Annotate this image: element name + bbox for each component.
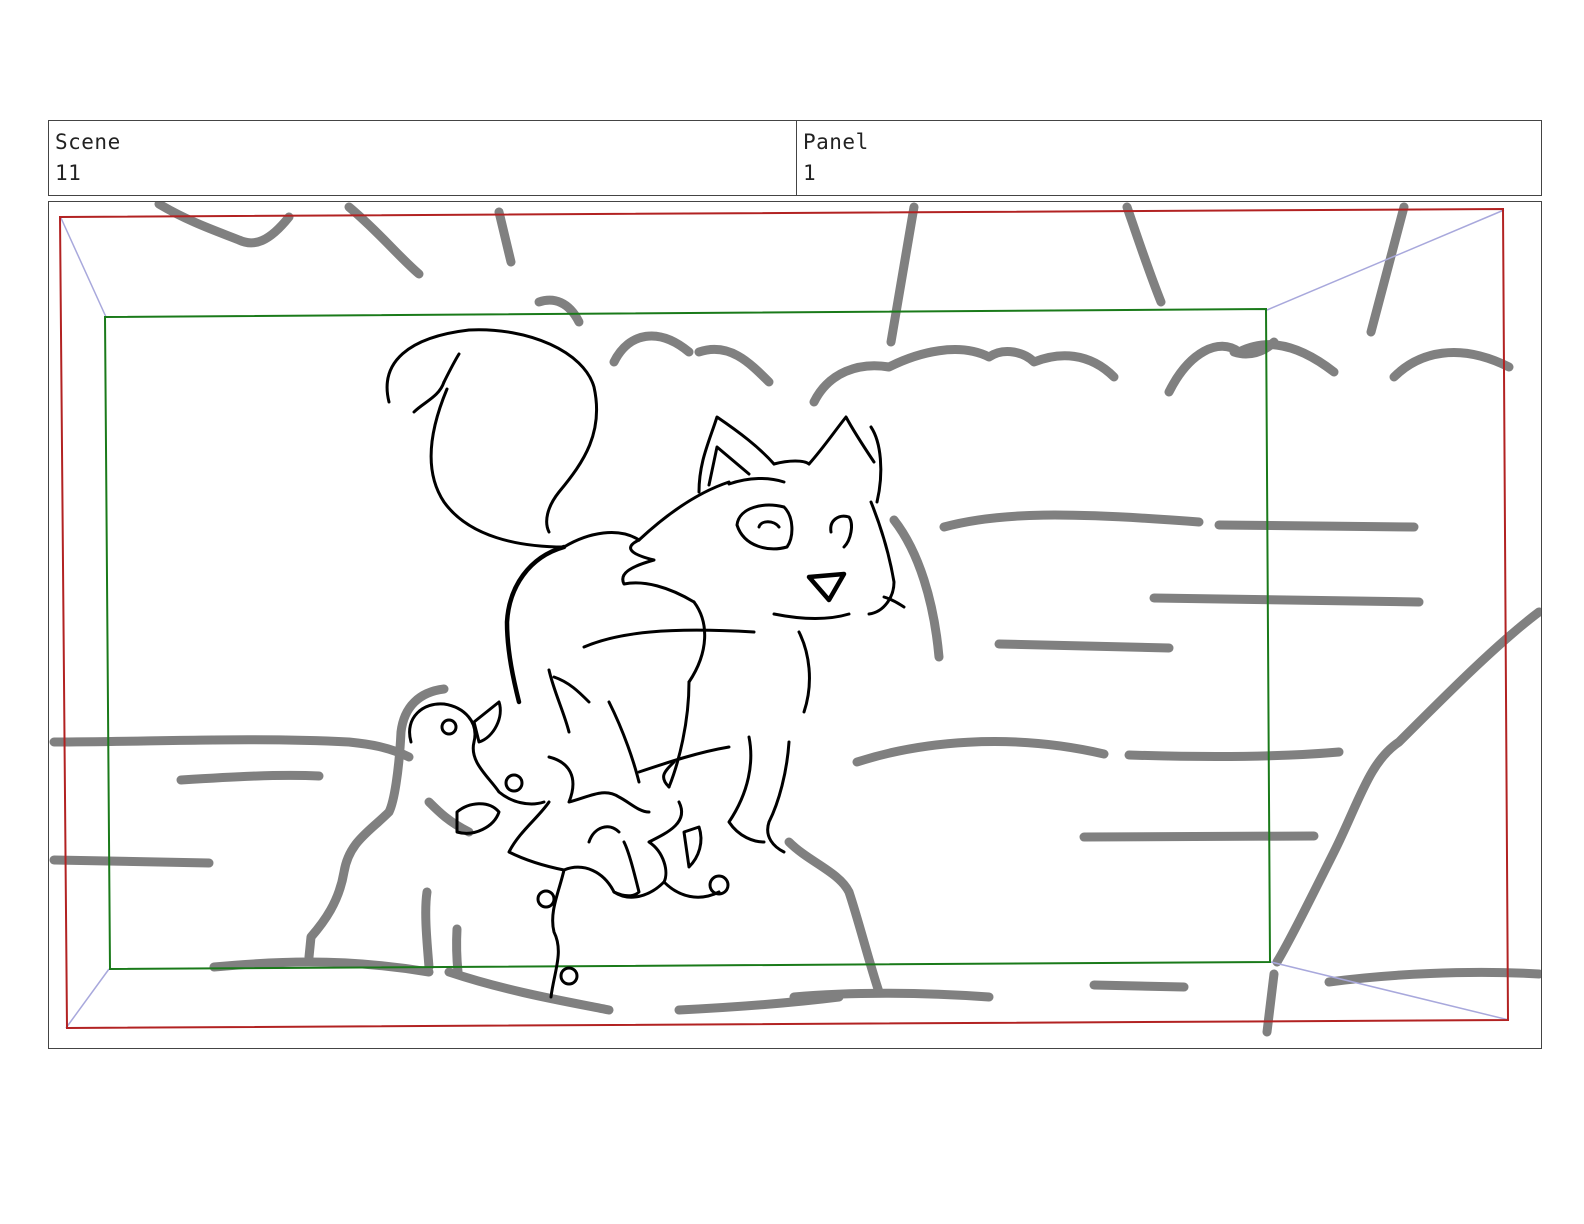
storyboard-sketch [49,202,1541,1037]
safe-frame [103,307,1272,971]
scene-label: Scene [55,130,121,154]
panel-number: 1 [803,161,817,185]
camera-frame [58,207,1510,1030]
scene-cell: Scene 11 [49,121,797,195]
perspective-guides [60,209,1510,1029]
panel-cell: Panel 1 [797,121,1541,195]
fox-character [385,328,906,854]
panel-label: Panel [803,130,869,154]
panel-header: Scene 11 Panel 1 [48,120,1542,196]
storyboard-panel [48,201,1542,1049]
scene-number: 11 [55,161,82,185]
